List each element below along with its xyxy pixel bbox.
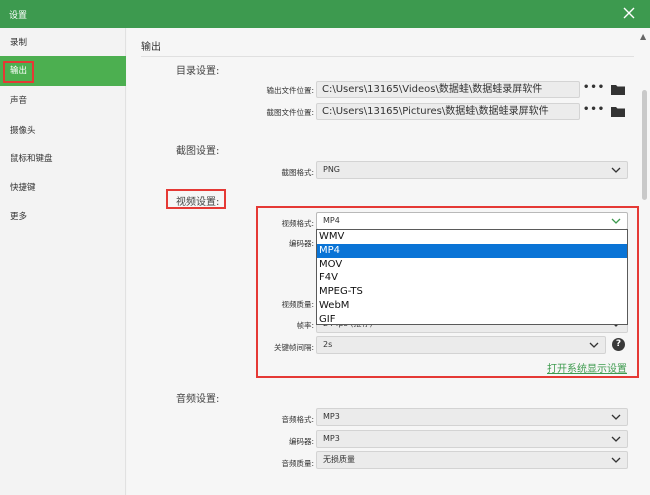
scrollbar-thumb[interactable] xyxy=(642,90,647,200)
sidebar-item-label: 鼠标和键盘 xyxy=(10,154,53,164)
title-bar: 设置 xyxy=(0,0,650,28)
audio-settings-title: 音频设置: xyxy=(176,394,220,405)
section-title: 输出 xyxy=(141,42,161,53)
folder-icon[interactable] xyxy=(611,106,625,117)
sidebar-item-sound[interactable]: 声音 xyxy=(0,86,126,116)
highlight-box xyxy=(166,189,226,209)
sidebar-item-mouse-keyboard[interactable]: 鼠标和键盘 xyxy=(0,144,126,174)
output-path-browse-button[interactable]: ••• xyxy=(583,81,605,98)
sidebar-item-more[interactable]: 更多 xyxy=(0,202,126,232)
sidebar-item-label: 更多 xyxy=(10,212,28,222)
sidebar: 录制 输出 声音 摄像头 鼠标和键盘 快捷键 更多 xyxy=(0,28,126,495)
audio-format-select[interactable]: MP3 xyxy=(316,408,628,426)
highlight-box xyxy=(256,206,639,378)
chevron-down-icon xyxy=(611,167,621,173)
audio-format-label: 音频格式: xyxy=(281,415,314,424)
screenshot-format-value: PNG xyxy=(323,165,341,174)
audio-encoder-label: 编码器: xyxy=(288,437,314,446)
sidebar-item-label: 快捷键 xyxy=(10,183,36,193)
audio-quality-value: 无损质量 xyxy=(323,455,355,464)
directory-settings-title: 目录设置: xyxy=(176,66,220,77)
screenshot-format-label: 截图格式: xyxy=(281,168,314,177)
sidebar-item-record[interactable]: 录制 xyxy=(0,28,126,58)
audio-quality-label: 音频质量: xyxy=(281,459,314,468)
output-path-label: 输出文件位置: xyxy=(266,86,314,95)
audio-encoder-value: MP3 xyxy=(323,434,340,443)
sidebar-item-label: 录制 xyxy=(10,38,28,48)
chevron-down-icon xyxy=(611,457,621,463)
sidebar-item-camera[interactable]: 摄像头 xyxy=(0,116,126,146)
screenshot-settings-title: 截图设置: xyxy=(176,146,220,157)
output-path-field[interactable]: C:\Users\13165\Videos\数据蛙\数据蛙录屏软件 xyxy=(316,81,580,98)
sidebar-item-label: 摄像头 xyxy=(10,126,36,136)
screenshot-path-label: 截图文件位置: xyxy=(266,108,314,117)
screenshot-format-select[interactable]: PNG xyxy=(316,161,628,179)
audio-format-value: MP3 xyxy=(323,412,340,421)
close-icon[interactable] xyxy=(622,6,636,20)
sidebar-item-hotkeys[interactable]: 快捷键 xyxy=(0,173,126,203)
section-divider xyxy=(141,56,634,57)
chevron-down-icon xyxy=(611,436,621,442)
chevron-down-icon xyxy=(611,414,621,420)
screenshot-path-field[interactable]: C:\Users\13165\Pictures\数据蛙\数据蛙录屏软件 xyxy=(316,103,580,120)
audio-encoder-select[interactable]: MP3 xyxy=(316,430,628,448)
screenshot-path-browse-button[interactable]: ••• xyxy=(583,103,605,120)
highlight-box xyxy=(3,61,34,83)
folder-icon[interactable] xyxy=(611,84,625,95)
scroll-up-icon[interactable]: ▲ xyxy=(640,32,646,41)
audio-quality-select[interactable]: 无损质量 xyxy=(316,451,628,469)
window-title: 设置 xyxy=(9,11,28,21)
sidebar-item-label: 声音 xyxy=(10,96,28,106)
